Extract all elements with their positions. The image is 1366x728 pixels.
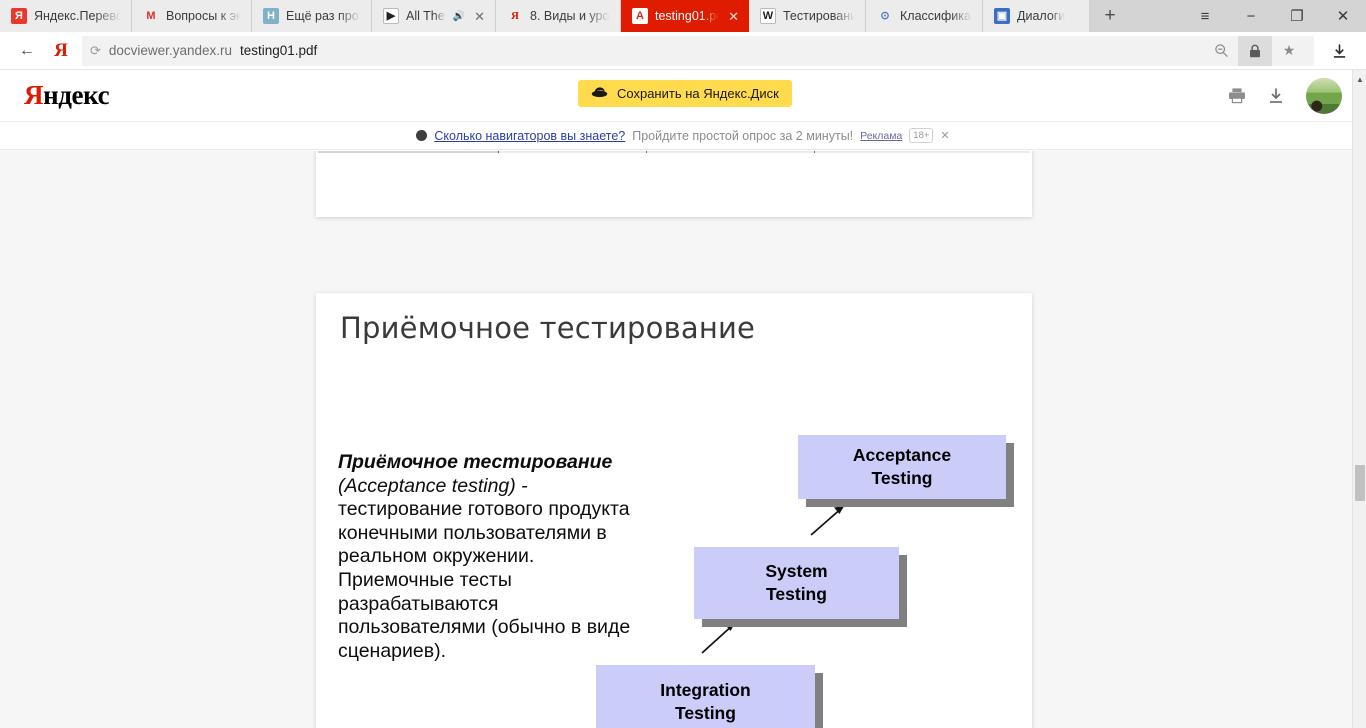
tab-label: Тестирование xyxy=(783,9,855,23)
previous-slide-table xyxy=(318,151,1030,153)
ad-link[interactable]: Сколько навигаторов вы знаете? xyxy=(434,129,625,143)
wikipedia-icon: W xyxy=(760,8,776,24)
table-cell xyxy=(499,151,647,153)
previous-slide-page xyxy=(316,151,1032,217)
tab-yandex-types-levels[interactable]: Я 8. Виды и уровни xyxy=(496,0,621,32)
vertical-scrollbar[interactable]: ▲ xyxy=(1352,70,1366,728)
back-button[interactable]: ← xyxy=(10,36,44,66)
window-controls: ≡ − ❐ ✕ xyxy=(1182,0,1366,32)
box-label: Integration Testing xyxy=(660,680,751,723)
download-icon[interactable] xyxy=(1268,87,1284,104)
pdf-icon: A xyxy=(632,8,648,24)
browser-menu-button[interactable]: ≡ xyxy=(1182,0,1228,32)
browser-window: Я Яндекс.Перевод M Вопросы к экзамену H … xyxy=(0,0,1366,728)
tab-label: 8. Виды и уровни xyxy=(530,9,610,23)
tab-classification[interactable]: ⊙ Классификация xyxy=(866,0,983,32)
ad-label[interactable]: Реклама xyxy=(860,130,902,142)
user-avatar[interactable] xyxy=(1306,77,1342,114)
tab-youtube-allthethings[interactable]: ▶ All The Things 🔊 ✕ xyxy=(372,0,496,32)
zoom-out-icon[interactable] xyxy=(1204,36,1238,66)
tab-label: Яндекс.Перевод xyxy=(34,9,121,23)
youtube-play-icon: ▶ xyxy=(383,8,399,24)
page-content: Яндекс Сохранить на Яндекс.Диск Сколько … xyxy=(0,70,1366,728)
habr-icon: H xyxy=(263,8,279,24)
printer-icon[interactable] xyxy=(1228,87,1246,104)
current-slide-page: Приёмочное тестирование Приёмочное тести… xyxy=(316,293,1032,728)
diagram-box-integration-testing: Integration Testing xyxy=(596,665,815,728)
advertisement-bar: Сколько навигаторов вы знаете? Пройдите … xyxy=(0,122,1366,150)
tab-label: All The Things xyxy=(406,9,446,23)
scroll-up-arrow-icon[interactable]: ▲ xyxy=(1353,72,1366,86)
address-bar-actions: ★ xyxy=(1204,35,1306,66)
save-button-label: Сохранить на Яндекс.Диск xyxy=(617,86,779,101)
address-bar[interactable]: ⟳ docviewer.yandex.ru testing01.pdf ★ xyxy=(82,35,1314,66)
reload-icon[interactable]: ⟳ xyxy=(90,43,101,59)
document-viewport[interactable]: Приёмочное тестирование Приёмочное тести… xyxy=(0,151,1352,728)
tab-yandex-translate[interactable]: Я Яндекс.Перевод xyxy=(0,0,132,32)
tab-strip: Я Яндекс.Перевод M Вопросы к экзамену H … xyxy=(0,0,1366,32)
box-label: System Testing xyxy=(765,561,828,604)
url-filename: testing01.pdf xyxy=(239,43,318,58)
classification-icon: ⊙ xyxy=(880,9,890,22)
docviewer-header: Яндекс Сохранить на Яндекс.Диск xyxy=(0,70,1366,122)
tab-label: testing01.pdf xyxy=(655,9,719,23)
tab-testing01-pdf[interactable]: A testing01.pdf ✕ xyxy=(621,0,749,32)
yandex-home-icon[interactable]: Я xyxy=(44,36,78,66)
ad-text: Пройдите простой опрос за 2 минуты! xyxy=(632,128,854,143)
navigation-bar: ← Я ⟳ docviewer.yandex.ru testing01.pdf xyxy=(0,32,1366,70)
docviewer-header-actions xyxy=(1228,77,1342,114)
download-icon[interactable] xyxy=(1322,36,1356,66)
table-cell xyxy=(647,151,815,153)
diagram-arrows xyxy=(701,506,844,654)
tab-habr-article[interactable]: H Ещё раз про сов xyxy=(252,0,372,32)
tab-strip-spacer xyxy=(1130,0,1182,32)
yandex-disk-icon xyxy=(591,86,608,101)
scrollbar-thumb[interactable] xyxy=(1355,465,1365,501)
lock-icon[interactable] xyxy=(1238,35,1272,66)
tab-mute-icon[interactable]: 🔊 xyxy=(453,11,465,22)
tab-wikipedia-testing[interactable]: W Тестирование xyxy=(749,0,866,32)
yandex-icon: Я xyxy=(511,9,519,22)
url-host: docviewer.yandex.ru xyxy=(108,43,232,58)
tab-label: Диалоги xyxy=(1017,9,1066,23)
ad-logo-icon xyxy=(416,130,428,141)
tab-label: Ещё раз про сов xyxy=(286,9,361,23)
gmail-icon: M xyxy=(146,9,156,22)
table-cell xyxy=(815,151,1030,153)
tab-gmail-questions[interactable]: M Вопросы к экзамену xyxy=(132,0,252,32)
tab-close-icon[interactable]: ✕ xyxy=(474,10,485,23)
tab-label: Классификация xyxy=(900,9,972,23)
yandex-logo-rest: ндекс xyxy=(43,80,110,110)
yandex-logo[interactable]: Яндекс xyxy=(24,80,110,111)
save-to-yandex-disk-button[interactable]: Сохранить на Яндекс.Диск xyxy=(578,80,792,107)
yandex-translate-icon: Я xyxy=(11,8,27,24)
minimize-button[interactable]: − xyxy=(1228,0,1274,32)
diagram-box-acceptance-testing: Acceptance Testing xyxy=(798,435,1006,499)
table-cell xyxy=(318,151,499,153)
dialogs-icon: ▣ xyxy=(994,8,1010,24)
diagram-box-system-testing: System Testing xyxy=(694,547,899,619)
box-label: Acceptance Testing xyxy=(852,445,952,488)
yandex-logo-letter: Я xyxy=(24,80,44,110)
tab-dialogs[interactable]: ▣ Диалоги xyxy=(983,0,1090,32)
ad-close-icon[interactable]: ✕ xyxy=(940,129,949,142)
new-tab-button[interactable]: + xyxy=(1090,0,1130,32)
star-icon[interactable]: ★ xyxy=(1272,36,1306,66)
close-window-button[interactable]: ✕ xyxy=(1320,0,1366,32)
maximize-button[interactable]: ❐ xyxy=(1274,0,1320,32)
tab-close-icon[interactable]: ✕ xyxy=(728,10,739,23)
ad-age-badge: 18+ xyxy=(909,128,934,143)
tab-label: Вопросы к экзамену xyxy=(166,9,241,23)
